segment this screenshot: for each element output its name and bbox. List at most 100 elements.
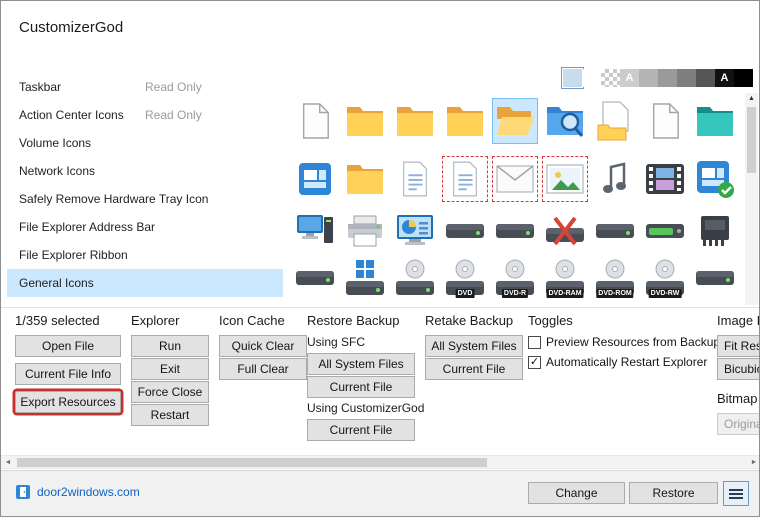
file-icon[interactable] <box>642 98 688 144</box>
horizontal-scroll-thumb[interactable] <box>17 458 487 467</box>
drive-icon[interactable] <box>492 208 538 254</box>
color-strip: AA <box>563 69 753 87</box>
run-button[interactable]: Run <box>131 335 209 357</box>
sidebar-item-action-center-icons[interactable]: Action Center IconsRead Only <box>7 101 283 129</box>
group-explorer: ExplorerRunExitForce CloseRestart <box>131 313 209 427</box>
folder-icon[interactable] <box>342 156 388 202</box>
current-file-button[interactable]: Current File <box>307 376 415 398</box>
group-title-selected: 1/359 selected <box>15 313 121 328</box>
film-icon[interactable] <box>642 156 688 202</box>
drive-icon[interactable] <box>592 208 638 254</box>
drive-win-icon[interactable] <box>342 255 388 301</box>
file-icon[interactable] <box>292 98 338 144</box>
folder-icon[interactable] <box>392 98 438 144</box>
drive-icon[interactable] <box>692 255 738 301</box>
full-clear-button[interactable]: Full Clear <box>219 358 307 380</box>
sidebar-item-label: File Explorer Ribbon <box>19 248 128 262</box>
restart-button[interactable]: Restart <box>131 404 209 426</box>
window-title: CustomizerGod <box>19 19 123 36</box>
force-close-button[interactable]: Force Close <box>131 381 209 403</box>
chart-pc-icon[interactable] <box>392 208 438 254</box>
drive-dvd-icon[interactable]: DVD <box>442 255 488 301</box>
drive-icon[interactable] <box>442 208 488 254</box>
color-swatch-3[interactable]: A <box>620 69 639 87</box>
picture-icon[interactable] <box>542 156 588 202</box>
current-file-info-button[interactable]: Current File Info <box>15 363 121 385</box>
checkbox-preview-resources-from-backup[interactable]: Preview Resources from Backup <box>528 335 720 349</box>
folder-icon[interactable] <box>442 98 488 144</box>
color-swatch-6[interactable] <box>677 69 696 87</box>
drive-x-icon[interactable] <box>542 208 588 254</box>
folder-open-icon[interactable] <box>492 98 538 144</box>
current-file-button[interactable]: Current File <box>425 358 523 380</box>
pc-icon[interactable] <box>292 208 338 254</box>
app-check-icon[interactable] <box>692 156 738 202</box>
restore-button[interactable]: Restore <box>629 482 718 504</box>
folder-search-icon[interactable] <box>542 98 588 144</box>
group-title-retake-backup: Retake Backup <box>425 313 523 328</box>
group-title-toggles: Toggles <box>528 313 720 328</box>
scroll-right-icon[interactable]: ► <box>747 456 760 468</box>
quick-clear-button[interactable]: Quick Clear <box>219 335 307 357</box>
color-swatch-2[interactable] <box>601 69 620 87</box>
drive-icon[interactable] <box>292 255 338 301</box>
sidebar-item-label: File Explorer Address Bar <box>19 220 155 234</box>
sidebar-item-file-explorer-ribbon[interactable]: File Explorer Ribbon <box>7 241 283 269</box>
color-swatch-8[interactable]: A <box>715 69 734 87</box>
open-file-button[interactable]: Open File <box>15 335 121 357</box>
scroll-left-icon[interactable]: ◄ <box>1 456 15 468</box>
doc-icon[interactable] <box>392 156 438 202</box>
website-link[interactable]: door2windows.com <box>15 484 140 500</box>
checkbox-label: Automatically Restart Explorer <box>546 355 707 369</box>
drive-green-icon[interactable] <box>642 208 688 254</box>
color-swatch-0[interactable] <box>563 69 582 87</box>
sidebar-item-label: Taskbar <box>19 80 61 94</box>
drive-cd-icon[interactable] <box>392 255 438 301</box>
mail-icon[interactable] <box>492 156 538 202</box>
doc-icon[interactable] <box>442 156 488 202</box>
drive-dvd-icon[interactable]: DVD-RAM <box>542 255 588 301</box>
sidebar-item-safely-remove-hardware-tray-icon[interactable]: Safely Remove Hardware Tray Icon <box>7 185 283 213</box>
sidebar-item-label: Action Center Icons <box>19 108 124 122</box>
window-app-icon[interactable] <box>292 156 338 202</box>
sidebar-item-taskbar[interactable]: TaskbarRead Only <box>7 73 283 101</box>
checkbox-automatically-restart-explorer[interactable]: ✓Automatically Restart Explorer <box>528 355 720 369</box>
sidebar-item-general-icons[interactable]: General Icons <box>7 269 283 297</box>
folder-icon[interactable] <box>342 98 388 144</box>
group-bitmap-p: Bitmap POriginal <box>717 391 760 435</box>
drive-dvd-icon[interactable]: DVD-ROM <box>592 255 638 301</box>
bicubic-button[interactable]: Bicubic <box>717 358 760 380</box>
exit-button[interactable]: Exit <box>131 358 209 380</box>
all-system-files-button[interactable]: All System Files <box>307 353 415 375</box>
folder-doc-icon[interactable] <box>592 98 638 144</box>
color-swatch-4[interactable] <box>639 69 658 87</box>
vertical-scroll-thumb[interactable] <box>747 107 756 173</box>
sidebar-item-network-icons[interactable]: Network Icons <box>7 157 283 185</box>
drive-dvd-icon[interactable]: DVD-RW <box>642 255 688 301</box>
printer-icon[interactable] <box>342 208 388 254</box>
folder-teal-icon[interactable] <box>692 98 738 144</box>
color-swatch-1[interactable] <box>582 69 601 87</box>
fit-resiz-button[interactable]: Fit Resiz <box>717 335 760 357</box>
drive-dvd-icon[interactable]: DVD-R <box>492 255 538 301</box>
export-resources-button[interactable]: Export Resources <box>15 391 121 413</box>
current-file-button[interactable]: Current File <box>307 419 415 441</box>
chip-icon[interactable] <box>692 208 738 254</box>
vertical-scrollbar[interactable]: ▲ <box>745 93 758 305</box>
scroll-up-icon[interactable]: ▲ <box>745 93 758 105</box>
sidebar-item-label: Safely Remove Hardware Tray Icon <box>19 192 208 206</box>
sidebar-item-file-explorer-address-bar[interactable]: File Explorer Address Bar <box>7 213 283 241</box>
change-button[interactable]: Change <box>528 482 625 504</box>
group-image-r: Image RFit ResizBicubic <box>717 313 760 381</box>
group-restore-backup: Restore BackupUsing SFCAll System FilesC… <box>307 313 424 442</box>
hamburger-icon <box>729 488 743 500</box>
horizontal-scrollbar[interactable]: ◄ ► <box>1 455 760 469</box>
all-system-files-button[interactable]: All System Files <box>425 335 523 357</box>
color-swatch-5[interactable] <box>658 69 677 87</box>
music-icon[interactable] <box>592 156 638 202</box>
color-swatch-7[interactable] <box>696 69 715 87</box>
color-swatch-9[interactable] <box>734 69 753 87</box>
menu-button[interactable] <box>723 481 749 506</box>
sidebar-item-volume-icons[interactable]: Volume Icons <box>7 129 283 157</box>
icon-grid: DVDDVD-RDVD-RAMDVD-ROMDVD-RW <box>289 93 747 305</box>
